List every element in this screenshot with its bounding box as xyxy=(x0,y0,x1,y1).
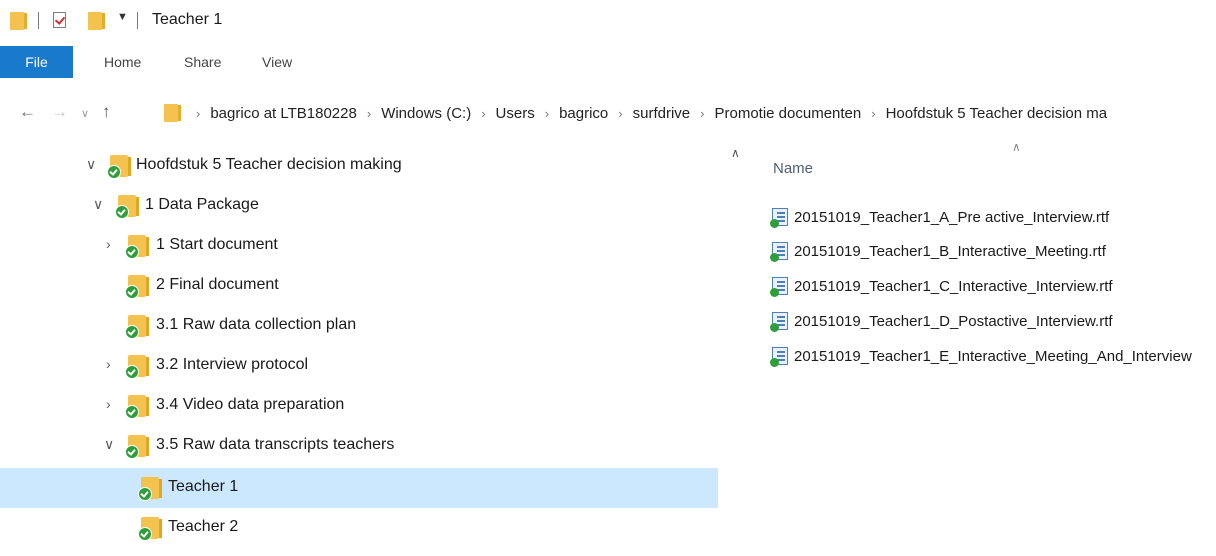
tree-item[interactable]: ∨ Hoofdstuk 5 Teacher decision making xyxy=(0,146,718,186)
chevron-right-icon[interactable]: › xyxy=(481,106,485,121)
folder-icon xyxy=(125,435,149,462)
tree-item[interactable]: ∨ 3.5 Raw data transcripts teachers xyxy=(0,426,718,466)
sort-ascending-icon: ∧ xyxy=(1012,140,1021,154)
chevron-down-icon[interactable]: ∨ xyxy=(93,196,103,213)
file-name: 20151019_Teacher1_A_Pre active_Interview… xyxy=(794,208,1110,226)
file-name: 20151019_Teacher1_D_Postactive_Interview… xyxy=(794,312,1113,330)
tree-item-label: Teacher 2 xyxy=(168,518,239,535)
breadcrumb-item[interactable]: Hoofdstuk 5 Teacher decision ma xyxy=(886,105,1108,122)
back-arrow-icon[interactable]: ← xyxy=(19,102,36,122)
rtf-file-icon xyxy=(770,312,788,332)
rtf-file-icon xyxy=(770,208,788,228)
file-item[interactable]: 20151019_Teacher1_B_Interactive_Meeting.… xyxy=(770,236,1106,266)
tree-item-label: 3.2 Interview protocol xyxy=(156,356,309,373)
rtf-file-icon xyxy=(770,347,788,367)
chevron-right-icon[interactable]: › xyxy=(196,106,200,121)
customize-toolbar-icon[interactable]: ▼ xyxy=(117,11,128,23)
folder-icon xyxy=(125,275,149,302)
file-item[interactable]: 20151019_Teacher1_A_Pre active_Interview… xyxy=(770,202,1110,232)
file-item[interactable]: 20151019_Teacher1_D_Postactive_Interview… xyxy=(770,306,1113,336)
tree-item[interactable]: 3.1 Raw data collection plan xyxy=(0,306,718,346)
rtf-file-icon xyxy=(770,277,788,297)
chevron-right-icon[interactable]: › xyxy=(871,106,875,121)
tree-item-label: 1 Data Package xyxy=(145,196,259,213)
breadcrumb-item[interactable]: surfdrive xyxy=(633,105,691,122)
folder-icon xyxy=(107,155,131,182)
file-item[interactable]: 20151019_Teacher1_E_Interactive_Meeting_… xyxy=(770,341,1192,371)
rtf-file-icon xyxy=(770,242,788,262)
navigation-bar: ← → ∨ ↑ › bagrico at LTB180228 › Windows… xyxy=(0,96,1216,132)
title-bar: ▼ Teacher 1 xyxy=(0,0,1216,44)
file-name: 20151019_Teacher1_C_Interactive_Intervie… xyxy=(794,277,1113,295)
folder-icon xyxy=(164,104,181,122)
ribbon-tabs: File Home Share View xyxy=(0,46,1216,78)
tab-home[interactable]: Home xyxy=(104,46,141,78)
forward-arrow-icon[interactable]: → xyxy=(51,102,68,122)
tab-file[interactable]: File xyxy=(0,46,73,78)
chevron-right-icon[interactable]: › xyxy=(367,106,371,121)
tab-share[interactable]: Share xyxy=(184,46,221,78)
breadcrumb-item[interactable]: bagrico xyxy=(559,105,608,122)
tree-item[interactable]: › 1 Start document xyxy=(0,226,718,266)
file-list: ∧ Name 20151019_Teacher1_A_Pre active_In… xyxy=(770,140,1216,556)
scroll-up-icon[interactable]: ∧ xyxy=(731,146,740,160)
address-bar[interactable]: › bagrico at LTB180228 › Windows (C:) › … xyxy=(150,96,1216,130)
tree-item[interactable]: Teacher 2 xyxy=(0,508,718,548)
tree-item-label: 1 Start document xyxy=(156,236,278,253)
folder-icon xyxy=(125,315,149,342)
tree-item[interactable]: › 3.2 Interview protocol xyxy=(0,346,718,386)
window-title: Teacher 1 xyxy=(152,11,223,28)
separator xyxy=(38,12,39,29)
folder-icon xyxy=(138,477,162,504)
tree-item-label: Hoofdstuk 5 Teacher decision making xyxy=(136,156,402,173)
tree-item-label: 3.1 Raw data collection plan xyxy=(156,316,357,333)
tree-item-label: 2 Final document xyxy=(156,276,279,293)
file-name: 20151019_Teacher1_B_Interactive_Meeting.… xyxy=(794,242,1106,260)
properties-icon[interactable] xyxy=(53,12,66,28)
navigation-tree: ∨ Hoofdstuk 5 Teacher decision making ∨ … xyxy=(0,146,718,556)
breadcrumb-item[interactable]: Promotie documenten xyxy=(714,105,861,122)
breadcrumb-item[interactable]: Windows (C:) xyxy=(381,105,471,122)
folder-icon xyxy=(125,395,149,422)
folder-icon xyxy=(115,195,139,222)
chevron-right-icon[interactable]: › xyxy=(106,356,111,372)
tree-item[interactable]: › 3.4 Video data preparation xyxy=(0,386,718,426)
column-header-name[interactable]: Name xyxy=(773,160,813,177)
chevron-right-icon[interactable]: › xyxy=(106,236,111,252)
tree-item-label: Teacher 1 xyxy=(168,478,239,495)
folder-icon xyxy=(125,235,149,262)
tree-item[interactable]: 2 Final document xyxy=(0,266,718,306)
tree-item[interactable]: ∨ 1 Data Package xyxy=(0,186,718,226)
chevron-right-icon[interactable]: › xyxy=(545,106,549,121)
tab-view[interactable]: View xyxy=(262,46,292,78)
recent-locations-icon[interactable]: ∨ xyxy=(81,107,89,120)
folder-icon xyxy=(138,517,162,544)
breadcrumb-item[interactable]: bagrico at LTB180228 xyxy=(210,105,357,122)
chevron-right-icon[interactable]: › xyxy=(700,106,704,121)
folder-icon xyxy=(125,355,149,382)
tree-item-label: 3.5 Raw data transcripts teachers xyxy=(156,436,395,453)
chevron-down-icon[interactable]: ∨ xyxy=(86,156,96,173)
tree-item-selected[interactable]: Teacher 1 xyxy=(0,468,718,508)
file-item[interactable]: 20151019_Teacher1_C_Interactive_Intervie… xyxy=(770,271,1113,301)
chevron-right-icon[interactable]: › xyxy=(106,396,111,412)
file-name: 20151019_Teacher1_E_Interactive_Meeting_… xyxy=(794,347,1192,365)
folder-icon xyxy=(10,12,27,30)
chevron-down-icon[interactable]: ∨ xyxy=(104,436,114,453)
separator xyxy=(137,12,138,29)
breadcrumb-item[interactable]: Users xyxy=(496,105,535,122)
new-folder-icon[interactable] xyxy=(88,12,105,30)
up-arrow-icon[interactable]: ↑ xyxy=(102,102,111,122)
chevron-right-icon[interactable]: › xyxy=(618,106,622,121)
tree-item-label: 3.4 Video data preparation xyxy=(156,396,345,413)
